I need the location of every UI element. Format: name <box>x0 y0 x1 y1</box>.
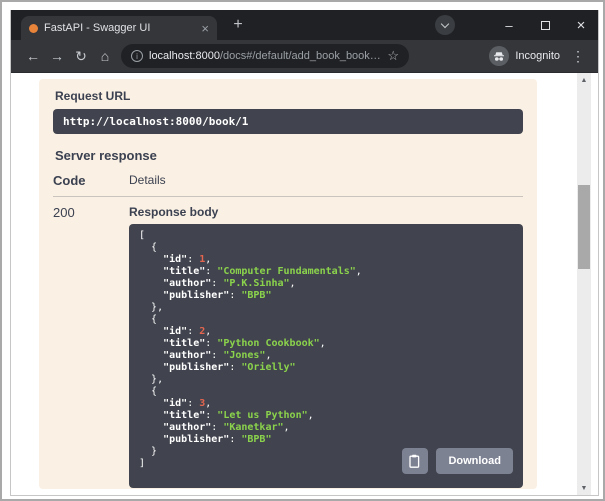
copy-to-clipboard-button[interactable] <box>402 448 428 474</box>
incognito-label: Incognito <box>515 50 560 62</box>
maximize-icon <box>541 21 550 30</box>
home-button[interactable]: ⌂ <box>93 48 117 64</box>
url-path: /docs#/default/add_book_book_... <box>220 50 381 62</box>
browser-window: FastAPI - Swagger UI × + – × ← → ↻ ⌂ i l… <box>10 10 599 496</box>
response-body-code: [ { "id": 1, "title": "Computer Fundamen… <box>129 224 523 488</box>
url-text: localhost:8000 /docs#/default/add_book_b… <box>149 50 381 62</box>
page-content: Request URL http://localhost:8000/book/1… <box>11 73 598 495</box>
bookmark-star-icon[interactable]: ☆ <box>387 48 399 64</box>
response-table-header: Code Details <box>53 173 523 197</box>
address-bar[interactable]: i localhost:8000 /docs#/default/add_book… <box>121 44 409 68</box>
server-response-label: Server response <box>55 148 521 163</box>
response-body-label: Response body <box>129 205 523 219</box>
response-table-row: 200 Response body [ { "id": 1, "title": … <box>53 197 523 488</box>
new-tab-button[interactable]: + <box>227 14 249 36</box>
tab-strip: FastAPI - Swagger UI × + – × <box>11 10 598 40</box>
status-code: 200 <box>53 205 129 488</box>
reload-button[interactable]: ↻ <box>69 48 93 65</box>
page-info-icon[interactable]: i <box>131 50 143 62</box>
incognito-icon <box>489 46 509 66</box>
window-maximize-button[interactable] <box>529 10 561 40</box>
tab-close-icon[interactable]: × <box>201 22 209 35</box>
tab-search-button[interactable] <box>435 15 455 35</box>
browser-toolbar: ← → ↻ ⌂ i localhost:8000 /docs#/default/… <box>11 40 598 73</box>
back-button[interactable]: ← <box>21 48 45 64</box>
details-column-header: Details <box>129 173 166 188</box>
code-column-header: Code <box>53 173 129 188</box>
browser-menu-button[interactable]: ⋮ <box>568 48 588 65</box>
forward-button[interactable]: → <box>45 48 69 64</box>
tab-title: FastAPI - Swagger UI <box>44 22 195 34</box>
scroll-up-icon[interactable]: ▲ <box>577 73 591 87</box>
request-url-label: Request URL <box>55 89 521 103</box>
url-host: localhost:8000 <box>149 50 220 62</box>
window-close-button[interactable]: × <box>565 10 597 40</box>
response-details: Response body [ { "id": 1, "title": "Com… <box>129 205 523 488</box>
code-actions: Download <box>402 448 513 474</box>
incognito-badge: Incognito <box>489 46 560 66</box>
download-button[interactable]: Download <box>436 448 513 474</box>
request-url-value: http://localhost:8000/book/1 <box>53 109 523 134</box>
scrollbar-thumb[interactable] <box>578 185 590 269</box>
window-minimize-button[interactable]: – <box>493 10 525 40</box>
fastapi-favicon-icon <box>29 24 38 33</box>
screenshot-root: FastAPI - Swagger UI × + – × ← → ↻ ⌂ i l… <box>0 0 605 501</box>
chevron-down-icon <box>441 19 449 27</box>
swagger-opblock: Request URL http://localhost:8000/book/1… <box>39 79 537 489</box>
clipboard-icon <box>409 454 421 468</box>
scroll-down-icon[interactable]: ▼ <box>577 481 591 495</box>
browser-tab[interactable]: FastAPI - Swagger UI × <box>21 16 217 40</box>
vertical-scrollbar[interactable]: ▲ ▼ <box>577 73 591 495</box>
